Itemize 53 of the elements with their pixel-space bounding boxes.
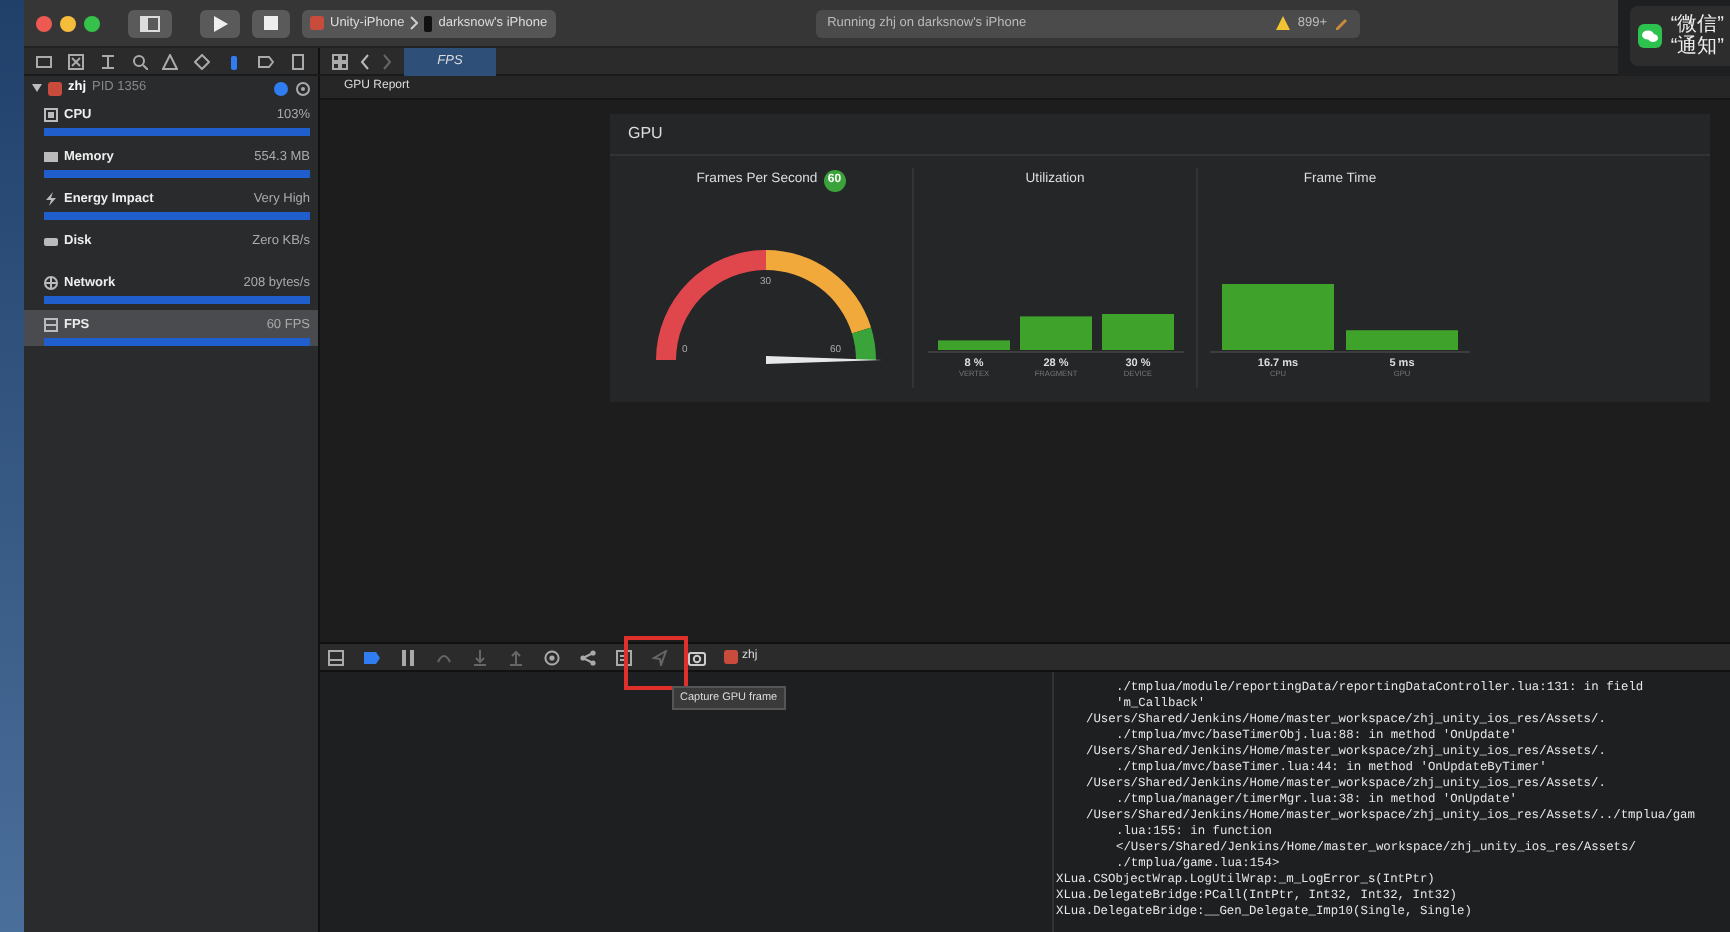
warning-outline-icon[interactable] <box>162 53 179 69</box>
minimize-button[interactable] <box>60 15 76 31</box>
app-icon <box>48 81 62 95</box>
bar <box>1019 316 1091 350</box>
bar <box>1101 314 1173 350</box>
sidebar-toggle-button[interactable] <box>128 9 172 37</box>
film-icon <box>44 318 58 332</box>
breakpoint-icon[interactable] <box>364 649 382 665</box>
play-icon <box>212 15 228 31</box>
notification-toast[interactable]: “微信” “通知” <box>1630 6 1730 66</box>
bar <box>1222 284 1334 350</box>
warning-icon <box>1275 16 1290 30</box>
search-icon[interactable] <box>131 53 148 69</box>
notification-text: “微信” “通知” <box>1670 14 1724 58</box>
view-hierarchy-icon[interactable] <box>544 649 562 665</box>
lightning-icon <box>44 192 58 206</box>
close-button[interactable] <box>36 15 52 31</box>
hammer-icon <box>1335 17 1348 29</box>
grid-icon[interactable] <box>332 53 348 69</box>
location-icon[interactable] <box>652 649 670 665</box>
forward-icon[interactable] <box>382 53 392 69</box>
sidebar-icon <box>140 15 160 31</box>
stop-icon <box>264 16 278 30</box>
chevron-icon <box>410 16 419 30</box>
step-over-icon[interactable] <box>436 649 454 665</box>
run-button[interactable] <box>200 9 240 37</box>
back-icon[interactable] <box>360 53 370 69</box>
tag-icon[interactable] <box>258 53 275 69</box>
chip-icon <box>44 108 58 122</box>
phone-icon <box>424 15 433 31</box>
gear-icon[interactable] <box>296 81 310 95</box>
chat-app-icon <box>1638 24 1663 48</box>
panel-icon[interactable] <box>328 649 346 665</box>
square-x-icon[interactable] <box>67 53 84 69</box>
step-into-icon[interactable] <box>472 649 490 665</box>
diamond-icon[interactable] <box>194 53 211 69</box>
camera-icon[interactable] <box>688 649 706 665</box>
gauge-high-segment <box>852 327 876 360</box>
globe-icon <box>44 276 58 290</box>
panel-title: GPU <box>610 114 1710 156</box>
stop-button[interactable] <box>252 9 290 37</box>
disclosure-triangle-icon[interactable] <box>32 84 42 92</box>
pause-icon[interactable] <box>400 649 418 665</box>
zoom-button[interactable] <box>84 15 100 31</box>
environment-icon[interactable] <box>616 649 634 665</box>
memory-graph-icon[interactable] <box>580 649 598 665</box>
bar <box>937 340 1009 350</box>
app-icon <box>724 650 738 664</box>
app-icon <box>310 16 324 30</box>
breakpoint-dot-icon[interactable] <box>274 81 288 95</box>
document-icon[interactable] <box>289 53 306 69</box>
bar <box>1346 330 1458 350</box>
step-out-icon[interactable] <box>508 649 526 665</box>
